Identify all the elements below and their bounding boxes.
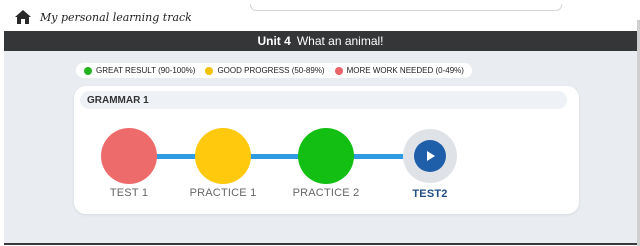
node-test-1[interactable] bbox=[101, 128, 157, 184]
legend: GREAT RESULT (90-100%) GOOD PROGRESS (50… bbox=[76, 63, 472, 78]
bottom-divider bbox=[4, 243, 637, 245]
yellow-dot-icon bbox=[205, 66, 214, 75]
page-title: My personal learning track bbox=[40, 11, 192, 24]
legend-good-progress: GOOD PROGRESS (50-89%) bbox=[205, 66, 325, 75]
node-label-practice-2: PRACTICE 2 bbox=[292, 187, 360, 199]
play-icon bbox=[427, 151, 435, 161]
top-bar: My personal learning track bbox=[0, 0, 640, 30]
legend-great-result: GREAT RESULT (90-100%) bbox=[84, 66, 195, 75]
unit-header: Unit 4 What an animal! bbox=[4, 31, 637, 51]
progress-track-line bbox=[130, 154, 430, 159]
unit-number: Unit 4 bbox=[257, 34, 291, 48]
node-label-practice-1: PRACTICE 1 bbox=[189, 187, 257, 199]
red-dot-icon bbox=[334, 66, 343, 75]
node-practice-1[interactable] bbox=[195, 128, 251, 184]
home-icon[interactable] bbox=[14, 9, 32, 25]
legend-label: MORE WORK NEEDED (0-49%) bbox=[346, 66, 464, 75]
top-divider bbox=[250, 4, 562, 11]
legend-more-work-needed: MORE WORK NEEDED (0-49%) bbox=[334, 66, 464, 75]
green-dot-icon bbox=[84, 66, 92, 75]
node-practice-2[interactable] bbox=[298, 128, 354, 184]
card-title: GRAMMAR 1 bbox=[80, 91, 567, 109]
legend-label: GREAT RESULT (90-100%) bbox=[96, 66, 196, 75]
node-label-test-2: TEST2 bbox=[412, 188, 448, 200]
play-button[interactable] bbox=[414, 140, 446, 172]
unit-title: What an animal! bbox=[296, 34, 384, 48]
legend-label: GOOD PROGRESS (50-89%) bbox=[217, 66, 325, 75]
